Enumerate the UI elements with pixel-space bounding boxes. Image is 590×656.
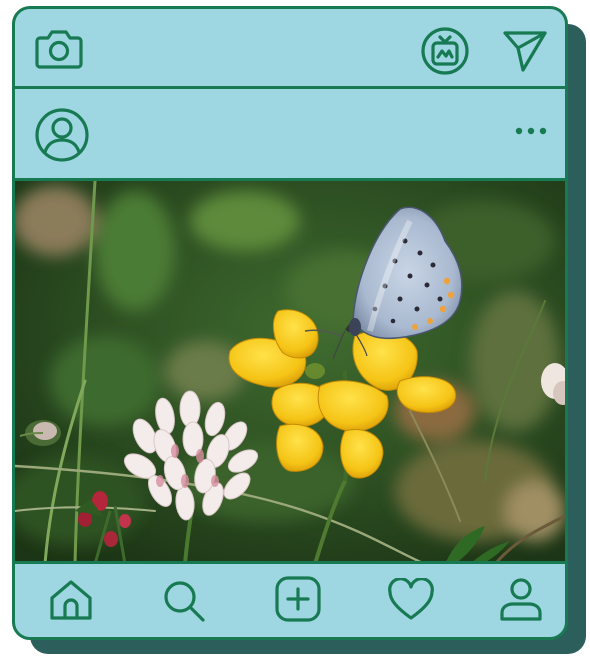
more-options-icon[interactable] <box>512 124 550 138</box>
search-icon[interactable] <box>161 578 207 624</box>
post-header-bar <box>15 89 565 181</box>
add-post-icon[interactable] <box>274 575 322 623</box>
user-avatar-icon[interactable] <box>34 107 90 163</box>
profile-icon[interactable] <box>497 575 545 623</box>
top-bar <box>15 9 565 89</box>
igtv-icon[interactable] <box>420 26 470 76</box>
bottom-nav <box>15 561 565 637</box>
butterfly-on-flower-photo[interactable] <box>15 181 565 564</box>
instagram-post-mockup <box>0 0 590 656</box>
home-icon[interactable] <box>48 578 94 622</box>
post-image <box>15 181 565 561</box>
heart-icon[interactable] <box>387 578 435 622</box>
send-icon[interactable] <box>501 29 549 73</box>
camera-icon[interactable] <box>34 28 84 70</box>
phone-frame <box>12 6 568 640</box>
